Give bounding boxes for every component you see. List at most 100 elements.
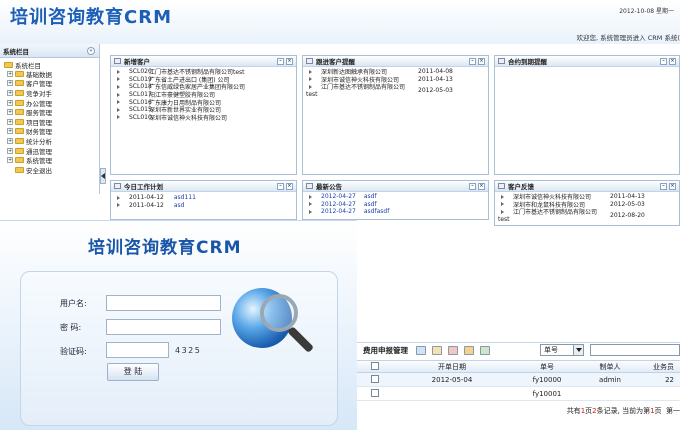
arrow-icon: [117, 107, 120, 112]
footer-text: test: [498, 215, 510, 223]
list-item[interactable]: 2012-04-27 asdf: [303, 193, 488, 201]
col-sales[interactable]: 业务员: [638, 362, 680, 372]
search-input[interactable]: [590, 344, 680, 356]
captcha-code: 4325: [175, 346, 202, 355]
close-icon[interactable]: ×: [669, 183, 676, 190]
user-icon[interactable]: [464, 346, 474, 355]
close-icon[interactable]: ×: [286, 183, 293, 190]
list-item[interactable]: 2012-04-27 asdfasdf: [303, 208, 488, 216]
sidebar-item-finance[interactable]: + 财务管理: [4, 127, 99, 136]
tree-root[interactable]: 系统栏目: [4, 60, 99, 70]
expand-icon[interactable]: +: [7, 128, 13, 135]
folder-icon: [15, 99, 24, 106]
password-label: 密 码:: [60, 323, 82, 332]
folder-icon: [4, 61, 13, 68]
minimize-icon[interactable]: –: [660, 58, 667, 65]
delete-icon[interactable]: [448, 346, 458, 355]
row-checkbox[interactable]: [370, 374, 379, 383]
add-icon[interactable]: [416, 346, 426, 355]
username-input[interactable]: [106, 295, 221, 311]
expand-icon[interactable]: +: [7, 70, 13, 77]
sidebar-toggle-handle[interactable]: [100, 168, 106, 184]
expand-icon[interactable]: +: [7, 99, 13, 106]
close-icon[interactable]: ×: [669, 58, 676, 65]
sidebar-item-basic-data[interactable]: + 基础数据: [4, 69, 99, 79]
sidebar-item-system[interactable]: + 系统管理: [4, 155, 99, 165]
arrow-icon: [309, 84, 312, 89]
list-item[interactable]: 江门市基达不锈钢制品有限公司 2012-05-03: [303, 83, 488, 94]
arrow-icon: [309, 209, 312, 214]
filter-select[interactable]: 单号: [540, 344, 584, 356]
window-icon: [498, 183, 505, 189]
list-item[interactable]: SCL010 深圳市诚信神火科技有限公司: [111, 114, 296, 122]
panel-notices: 最新公告 – × 2012-04-27 asdf 2012-04-27 asdf 20…: [302, 180, 489, 220]
close-icon[interactable]: ×: [286, 58, 293, 65]
row-checkbox[interactable]: [370, 388, 379, 397]
arrow-icon: [117, 115, 120, 120]
arrow-icon: [309, 194, 312, 199]
edit-icon[interactable]: [432, 346, 442, 355]
arrow-icon: [117, 203, 120, 208]
select-all-checkbox[interactable]: [370, 361, 379, 370]
sidebar-item-logout[interactable]: 安全退出: [4, 165, 99, 175]
expand-icon[interactable]: +: [7, 137, 13, 144]
expand-icon[interactable]: +: [7, 80, 13, 87]
expand-icon[interactable]: +: [7, 89, 13, 96]
panel-feedback: 客户反馈 – × 深圳市诚信神火科技有限公司 2011-04-13 深圳市和龙鼠科技…: [494, 180, 680, 226]
sidebar-item-customers[interactable]: + 客户管理: [4, 79, 99, 88]
minimize-icon[interactable]: –: [469, 183, 476, 190]
captcha-input[interactable]: [106, 342, 169, 358]
minimize-icon[interactable]: –: [660, 183, 667, 190]
arrow-icon: [309, 202, 312, 207]
sidebar-title: 系统栏目: [3, 47, 29, 56]
arrow-icon: [309, 69, 312, 74]
panel-new-customers: 新增客户 – × SCL020 江门市基达不锈钢制品有限公司test SCL019 广…: [110, 55, 297, 175]
col-number[interactable]: 单号: [512, 362, 582, 372]
sidebar: 系统栏目 « 系统栏目 + 基础数据 + 客户管理 + 竞争对手 + 办公管理 + 服务管…: [0, 44, 100, 194]
minimize-icon[interactable]: –: [469, 58, 476, 65]
chevron-down-icon[interactable]: [573, 345, 583, 355]
close-icon[interactable]: ×: [478, 183, 485, 190]
folder-icon: [15, 118, 24, 125]
first-page-link[interactable]: 第一: [666, 407, 680, 415]
sidebar-item-service[interactable]: + 服务管理: [4, 107, 99, 117]
folder-icon: [15, 137, 24, 144]
sidebar-item-competitors[interactable]: + 竞争对手: [4, 88, 99, 98]
close-icon[interactable]: ×: [478, 58, 485, 65]
window-icon: [114, 58, 121, 64]
footer-text: test: [306, 90, 318, 98]
expand-icon[interactable]: +: [7, 118, 13, 125]
table-row[interactable]: 2012-05-04 fy10000 admin 22: [357, 373, 680, 387]
password-input[interactable]: [106, 319, 221, 335]
col-maker[interactable]: 制单人: [582, 362, 638, 372]
table-row[interactable]: fy10001: [357, 387, 680, 401]
menu-tree: 系统栏目 + 基础数据 + 客户管理 + 竞争对手 + 办公管理 + 服务管理 + 项目管理…: [0, 58, 99, 175]
collapse-icon[interactable]: «: [87, 47, 95, 55]
sidebar-item-projects[interactable]: + 项目管理: [4, 117, 99, 127]
sidebar-item-office[interactable]: + 办公管理: [4, 98, 99, 108]
magnifier-icon: [260, 294, 298, 332]
sidebar-item-statistics[interactable]: + 统计分析: [4, 136, 99, 146]
list-item[interactable]: 江门市基达不锈钢制品有限公司 2012-08-20: [495, 208, 679, 219]
login-button[interactable]: 登 陆: [107, 363, 159, 381]
pagination: 共有1页2条记录, 当前为第1页 第一: [566, 407, 680, 415]
list-item[interactable]: 2011-04-12 asd: [111, 202, 296, 210]
minimize-icon[interactable]: –: [277, 58, 284, 65]
expand-icon[interactable]: +: [7, 109, 13, 116]
list-item[interactable]: 2011-04-12 asd111: [111, 194, 296, 202]
panel-header: 跟进客户提醒 – ×: [303, 56, 488, 67]
export-icon[interactable]: [480, 346, 490, 355]
arrow-icon: [117, 69, 120, 74]
folder-icon: [15, 80, 24, 87]
panel-header: 今日工作计划 – ×: [111, 181, 296, 192]
arrow-icon: [117, 195, 120, 200]
panel-followup: 跟进客户提醒 – × 深圳新达图触承有限公司 2011-04-08 深圳市诚信神火科…: [302, 55, 489, 175]
expand-icon[interactable]: +: [7, 147, 13, 154]
grid-title: 费用申报管理: [363, 346, 408, 355]
expand-icon[interactable]: +: [7, 157, 13, 164]
list-item[interactable]: 2012-04-27 asdf: [303, 201, 488, 209]
sidebar-item-communication[interactable]: + 通迅管理: [4, 146, 99, 156]
minimize-icon[interactable]: –: [277, 183, 284, 190]
folder-icon: [15, 147, 24, 154]
col-date[interactable]: 开单日期: [392, 362, 512, 372]
